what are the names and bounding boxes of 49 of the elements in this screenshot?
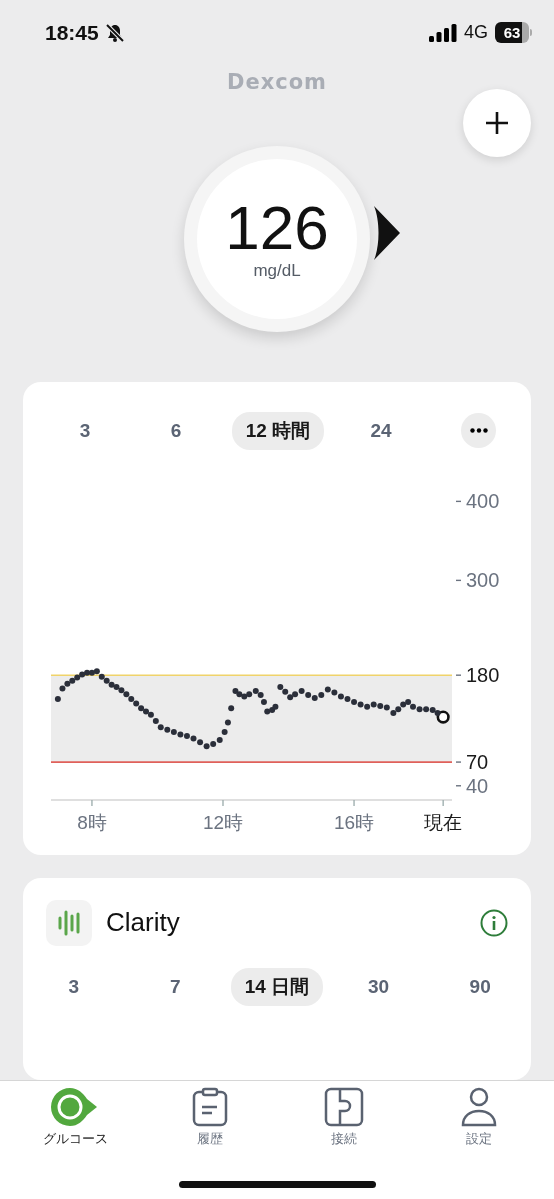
y-tick-label: 400	[466, 490, 500, 513]
axis-label: 現在	[424, 811, 463, 833]
day-range-tab[interactable]: 7	[156, 969, 195, 1004]
bars-icon	[46, 899, 92, 946]
time-range-tab[interactable]: 24	[356, 413, 406, 448]
current-reading-marker	[436, 710, 450, 724]
y-tick-label: 70	[466, 750, 489, 773]
axis-label: 40	[455, 774, 489, 797]
axis-label: 180	[455, 663, 500, 686]
axis-label: 400	[455, 490, 500, 513]
y-tick-label: 40	[466, 774, 489, 797]
time-range-tab[interactable]: 3	[65, 413, 105, 448]
battery-level: 63	[495, 22, 529, 44]
axis-label: 12時	[202, 811, 244, 833]
info-icon[interactable]	[480, 908, 508, 937]
glucose-value: 126	[225, 196, 329, 259]
plus-icon	[485, 110, 509, 135]
more-icon	[469, 428, 488, 434]
muted-bell-icon	[104, 22, 125, 43]
time-range-tab[interactable]: 6	[156, 413, 196, 448]
glucose-point	[228, 705, 235, 712]
trend-arrow-icon	[374, 205, 400, 260]
day-range-tab[interactable]: 90	[455, 969, 505, 1004]
card-title: Clarity	[106, 907, 181, 939]
tab-bar-item[interactable]: 設定	[411, 1081, 546, 1199]
axis-label: 70	[455, 750, 489, 773]
axis-label: 16時	[333, 811, 375, 833]
y-tick-label: 180	[466, 663, 500, 686]
glucose-point	[54, 695, 61, 702]
tab-bar-item[interactable]: 接続	[277, 1081, 412, 1199]
more-button[interactable]	[461, 413, 496, 449]
tab-bar-item[interactable]: 履歴	[142, 1081, 277, 1199]
day-range-tab[interactable]: 30	[354, 969, 404, 1004]
tab-bar-item[interactable]: グルコース	[8, 1081, 143, 1199]
glucose-point	[224, 719, 231, 726]
person-icon	[460, 1087, 497, 1127]
glucose-unit: mg/dL	[253, 260, 301, 281]
clipboard-icon	[191, 1087, 228, 1127]
axis-label: 8時	[77, 811, 107, 833]
time-range-tab[interactable]: 12 時間	[231, 411, 325, 450]
axis-label: 300	[455, 569, 500, 592]
y-tick-label: 300	[466, 569, 500, 592]
connection-icon	[324, 1087, 365, 1127]
status-time: 18:45	[45, 20, 99, 45]
network-type: 4G	[464, 22, 488, 44]
brand-logo: Dexcom	[227, 69, 327, 94]
signal-icon	[429, 23, 457, 42]
day-range-tab[interactable]: 14 日間	[230, 967, 324, 1006]
day-range-tab[interactable]: 3	[54, 969, 94, 1004]
